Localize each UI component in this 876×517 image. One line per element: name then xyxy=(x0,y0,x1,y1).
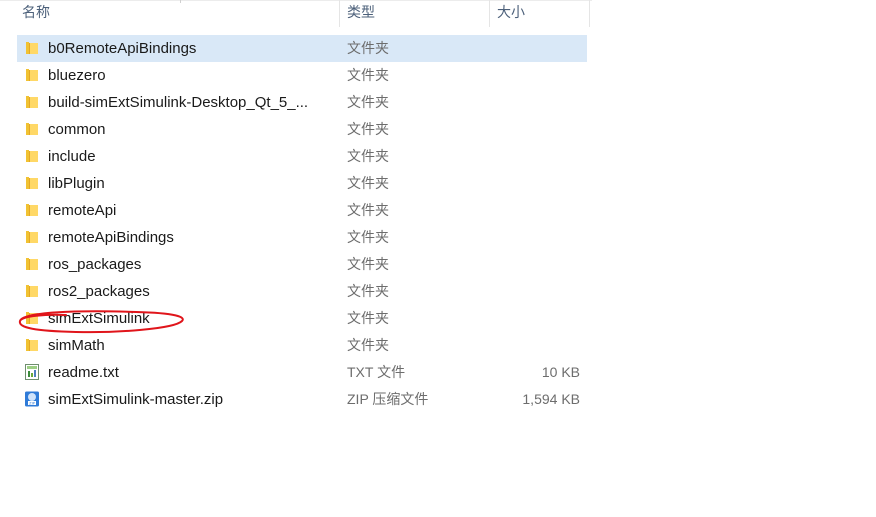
file-type: TXT 文件 xyxy=(347,364,406,380)
file-name: readme.txt xyxy=(48,364,119,381)
file-list: b0RemoteApiBindings 文件夹 bluezero 文件夹 build-s… xyxy=(17,35,587,413)
file-size: 1,594 KB xyxy=(522,391,580,407)
column-header-name[interactable]: 名称 xyxy=(22,0,50,27)
file-type: 文件夹 xyxy=(347,121,389,137)
file-row[interactable]: libPlugin 文件夹 xyxy=(17,170,587,197)
file-name: libPlugin xyxy=(48,175,105,192)
svg-text:ZIP: ZIP xyxy=(29,401,36,405)
file-name: ros_packages xyxy=(48,256,142,273)
file-size: 10 KB xyxy=(541,364,580,380)
file-name: simExtSimulink-master.zip xyxy=(48,391,224,408)
file-row[interactable]: build-simExtSimulink-Desktop_Qt_5_... 文件夹 xyxy=(17,89,587,116)
folder-icon xyxy=(24,67,40,83)
file-name: include xyxy=(48,148,96,165)
folder-icon xyxy=(24,202,40,218)
folder-icon xyxy=(24,175,40,191)
file-type: 文件夹 xyxy=(347,310,389,326)
file-type: 文件夹 xyxy=(347,337,389,353)
file-row[interactable]: ros_packages 文件夹 xyxy=(17,251,587,278)
folder-icon xyxy=(24,148,40,164)
zip-file-icon: ZIP xyxy=(24,391,40,407)
file-name: b0RemoteApiBindings xyxy=(48,40,197,57)
file-row[interactable]: common 文件夹 xyxy=(17,116,587,143)
file-name: remoteApiBindings xyxy=(48,229,174,246)
file-row[interactable]: ros2_packages 文件夹 xyxy=(17,278,587,305)
file-name: simMath xyxy=(48,337,105,354)
file-type: 文件夹 xyxy=(347,256,389,272)
file-row[interactable]: b0RemoteApiBindings 文件夹 xyxy=(17,35,587,62)
file-name: ros2_packages xyxy=(48,283,150,300)
folder-icon xyxy=(24,121,40,137)
file-type: 文件夹 xyxy=(347,175,389,191)
file-name: simExtSimulink xyxy=(48,310,150,327)
file-type: ZIP 压缩文件 xyxy=(347,391,429,407)
column-header-type[interactable]: 类型 xyxy=(347,0,375,27)
folder-icon xyxy=(24,337,40,353)
column-separator[interactable] xyxy=(589,0,590,27)
file-name: bluezero xyxy=(48,67,106,84)
column-separator[interactable] xyxy=(339,0,340,27)
file-type: 文件夹 xyxy=(347,67,389,83)
file-row[interactable]: readme.txt TXT 文件 10 KB xyxy=(17,359,587,386)
folder-icon xyxy=(24,310,40,326)
file-row[interactable]: ZIP simExtSimulink-master.zip ZIP 压缩文件 1,59… xyxy=(17,386,587,413)
file-row[interactable]: include 文件夹 xyxy=(17,143,587,170)
folder-icon xyxy=(24,94,40,110)
file-type: 文件夹 xyxy=(347,202,389,218)
file-name: build-simExtSimulink-Desktop_Qt_5_... xyxy=(48,94,309,111)
column-header-size[interactable]: 大小 xyxy=(497,0,525,27)
file-type: 文件夹 xyxy=(347,94,389,110)
file-type: 文件夹 xyxy=(347,283,389,299)
folder-icon xyxy=(24,256,40,272)
file-row[interactable]: remoteApiBindings 文件夹 xyxy=(17,224,587,251)
text-file-icon xyxy=(24,364,40,380)
file-name: remoteApi xyxy=(48,202,117,219)
column-separator[interactable] xyxy=(489,0,490,27)
file-row[interactable]: bluezero 文件夹 xyxy=(17,62,587,89)
folder-icon xyxy=(24,229,40,245)
file-row[interactable]: simExtSimulink 文件夹 xyxy=(17,305,587,332)
column-header-bar: 名称 类型 大小 xyxy=(0,0,592,27)
folder-icon xyxy=(24,40,40,56)
file-row[interactable]: simMath 文件夹 xyxy=(17,332,587,359)
folder-icon xyxy=(24,283,40,299)
file-row[interactable]: remoteApi 文件夹 xyxy=(17,197,587,224)
file-name: common xyxy=(48,121,106,138)
file-type: 文件夹 xyxy=(347,148,389,164)
file-type: 文件夹 xyxy=(347,40,389,56)
file-type: 文件夹 xyxy=(347,229,389,245)
